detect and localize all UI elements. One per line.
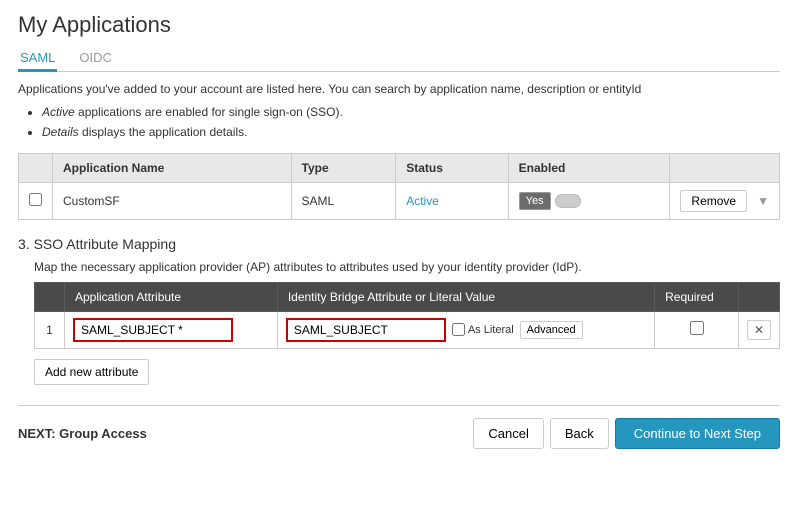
row-checkbox-cell: [19, 182, 53, 219]
continue-button[interactable]: Continue to Next Step: [615, 418, 780, 449]
attr-col-id-bridge: Identity Bridge Attribute or Literal Val…: [277, 282, 654, 311]
tab-oidc[interactable]: OIDC: [77, 44, 114, 71]
add-attr-button[interactable]: Add new attribute: [34, 359, 149, 385]
toggle-yes-button[interactable]: Yes: [519, 192, 551, 210]
footer-actions: Cancel Back Continue to Next Step: [473, 418, 780, 449]
attr-col-required: Required: [655, 282, 739, 311]
back-button[interactable]: Back: [550, 418, 609, 449]
toggle-slider[interactable]: [555, 194, 581, 208]
cancel-button[interactable]: Cancel: [473, 418, 543, 449]
dropdown-arrow-icon[interactable]: ▼: [757, 194, 769, 208]
col-type: Type: [291, 153, 396, 182]
as-literal-checkbox[interactable]: [452, 323, 465, 336]
page-title: My Applications: [18, 12, 780, 38]
attr-row: 1 As Literal Advanced: [35, 311, 780, 348]
row-app-name: CustomSF: [53, 182, 292, 219]
remove-button[interactable]: Remove: [680, 190, 747, 212]
row-enabled: Yes: [508, 182, 670, 219]
required-checkbox[interactable]: [690, 321, 704, 335]
col-action: [670, 153, 780, 182]
col-status: Status: [396, 153, 508, 182]
attr-col-delete: [738, 282, 779, 311]
col-enabled: Enabled: [508, 153, 670, 182]
advanced-button[interactable]: Advanced: [520, 321, 583, 339]
attribute-table: Application Attribute Identity Bridge At…: [34, 282, 780, 349]
page-container: My Applications SAML OIDC Applications y…: [0, 0, 798, 461]
bullet-list: Active applications are enabled for sing…: [18, 102, 780, 143]
attr-id-bridge-cell: As Literal Advanced: [277, 311, 654, 348]
description-text: Applications you've added to your accoun…: [18, 82, 780, 96]
tabs-bar: SAML OIDC: [18, 44, 780, 72]
attr-app-attr-cell: [65, 311, 278, 348]
next-label: NEXT: Group Access: [18, 426, 147, 441]
bullet-item-details: Details displays the application details…: [42, 122, 780, 142]
row-type: SAML: [291, 182, 396, 219]
tab-saml[interactable]: SAML: [18, 44, 57, 71]
footer-bar: NEXT: Group Access Cancel Back Continue …: [18, 405, 780, 449]
row-actions: Remove ▼: [670, 182, 780, 219]
attr-row-num: 1: [35, 311, 65, 348]
bullet-item-active: Active applications are enabled for sing…: [42, 102, 780, 122]
col-empty: [19, 153, 53, 182]
sso-section-subtitle: Map the necessary application provider (…: [34, 260, 780, 274]
app-attr-input[interactable]: [73, 318, 233, 342]
col-app-name: Application Name: [53, 153, 292, 182]
as-literal-label: As Literal: [452, 323, 514, 336]
attr-required-cell: [655, 311, 739, 348]
row-status: Active: [396, 182, 508, 219]
attr-col-app-attr: Application Attribute: [65, 282, 278, 311]
application-table: Application Name Type Status Enabled Cus…: [18, 153, 780, 220]
delete-attr-button[interactable]: ✕: [747, 320, 771, 340]
row-checkbox[interactable]: [29, 193, 42, 206]
sso-section-title: 3. SSO Attribute Mapping: [18, 236, 780, 252]
attr-col-num: [35, 282, 65, 311]
attr-delete-cell: ✕: [738, 311, 779, 348]
table-row: CustomSF SAML Active Yes Remove ▼: [19, 182, 780, 219]
id-bridge-input[interactable]: [286, 318, 446, 342]
